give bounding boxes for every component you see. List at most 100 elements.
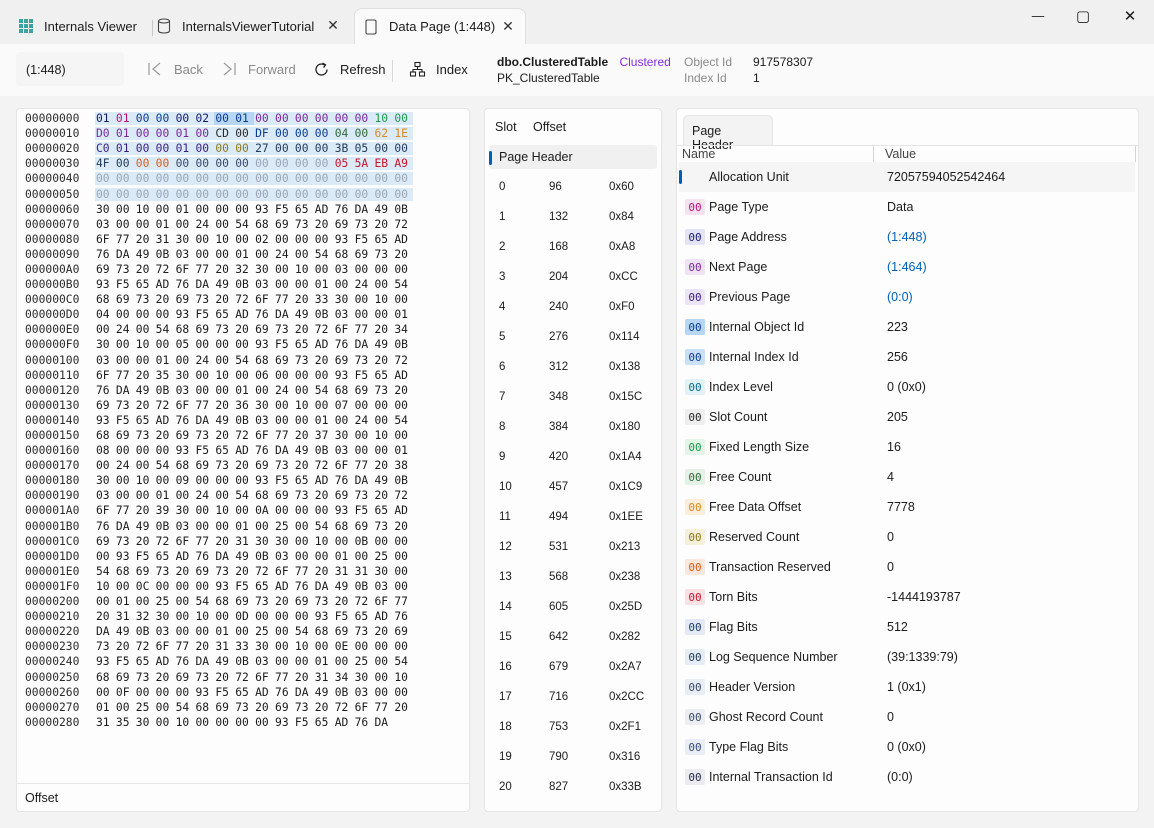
hex-byte[interactable]: 00: [155, 338, 175, 351]
hex-byte[interactable]: 20: [373, 354, 393, 367]
hex-byte[interactable]: AD: [314, 203, 334, 216]
hex-byte[interactable]: 77: [393, 595, 413, 608]
hex-byte[interactable]: 00: [274, 142, 294, 156]
hex-byte[interactable]: 34: [393, 323, 413, 336]
hex-byte[interactable]: AD: [155, 414, 175, 427]
hex-byte[interactable]: 0B: [354, 535, 374, 548]
hex-byte[interactable]: 20: [214, 293, 234, 306]
hex-byte[interactable]: 0B: [155, 520, 175, 533]
hex-byte[interactable]: 00: [194, 580, 214, 593]
page-header-row[interactable]: 00 Page Address (1:448): [679, 222, 1135, 252]
slot-item[interactable]: 16 679 0x2A7: [485, 652, 661, 682]
hex-byte[interactable]: 00: [274, 263, 294, 276]
hex-byte[interactable]: 00: [135, 323, 155, 336]
hex-byte[interactable]: 00: [194, 233, 214, 246]
slot-item[interactable]: 19 790 0x316: [485, 742, 661, 772]
hex-byte[interactable]: 54: [234, 218, 254, 231]
hex-byte[interactable]: 00: [214, 474, 234, 487]
hex-byte[interactable]: 69: [274, 218, 294, 231]
hex-byte[interactable]: 20: [194, 640, 214, 653]
hex-byte[interactable]: 20: [95, 610, 115, 623]
hex-byte[interactable]: 20: [294, 459, 314, 472]
hex-byte[interactable]: 00: [294, 655, 314, 668]
tab-data-page[interactable]: Data Page (1:448) ✕: [354, 8, 526, 44]
hex-byte[interactable]: 01: [314, 278, 334, 291]
hex-byte[interactable]: DA: [214, 550, 234, 563]
hex-byte[interactable]: 24: [115, 459, 135, 472]
page-header-row[interactable]: 00 Internal Index Id 256: [679, 342, 1135, 372]
hex-byte[interactable]: 03: [175, 384, 195, 397]
hex-byte[interactable]: 93: [314, 610, 334, 623]
page-address-input[interactable]: (1:448): [16, 52, 124, 86]
hex-byte[interactable]: 00: [274, 414, 294, 427]
page-header-row[interactable]: 00 Free Count 4: [679, 462, 1135, 492]
hex-byte[interactable]: 1E: [393, 127, 414, 141]
hex-byte[interactable]: 76: [254, 308, 274, 321]
hex-byte[interactable]: 0F: [115, 686, 135, 699]
hex-byte[interactable]: 76: [393, 610, 413, 623]
hex-byte[interactable]: 76: [95, 384, 115, 397]
hex-byte[interactable]: 00: [373, 686, 393, 699]
hex-byte[interactable]: 00: [115, 489, 135, 502]
hex-byte[interactable]: 00: [194, 157, 215, 171]
hex-byte[interactable]: 77: [194, 535, 214, 548]
hex-byte[interactable]: 69: [95, 263, 115, 276]
maximize-button[interactable]: ▢: [1073, 6, 1093, 26]
hex-byte[interactable]: DA: [194, 655, 214, 668]
page-header-row[interactable]: 00 Type Flag Bits 0 (0x0): [679, 732, 1135, 762]
hex-byte[interactable]: 30: [95, 203, 115, 216]
hex-byte[interactable]: 01: [115, 595, 135, 608]
page-header-row[interactable]: 00 Page Type Data: [679, 192, 1135, 222]
hex-byte[interactable]: 30: [254, 263, 274, 276]
hex-byte[interactable]: F5: [115, 655, 135, 668]
hex-byte[interactable]: 30: [373, 565, 393, 578]
hex-byte[interactable]: 00: [194, 338, 214, 351]
hex-byte[interactable]: 00: [134, 127, 155, 141]
hex-byte[interactable]: 00: [214, 112, 235, 126]
hex-byte[interactable]: 00: [194, 369, 214, 382]
hex-byte[interactable]: 54: [175, 701, 195, 714]
close-window-button[interactable]: ✕: [1120, 6, 1140, 26]
hex-byte[interactable]: 00: [194, 203, 214, 216]
hex-byte[interactable]: 72: [314, 459, 334, 472]
hex-byte[interactable]: 68: [214, 595, 234, 608]
hex-byte[interactable]: 65: [294, 203, 314, 216]
slot-item[interactable]: 15 642 0x282: [485, 622, 661, 652]
hex-byte[interactable]: 00: [354, 640, 374, 653]
hex-byte[interactable]: 00: [373, 535, 393, 548]
hex-byte[interactable]: 6F: [175, 399, 195, 412]
hex-byte[interactable]: CD: [214, 127, 235, 141]
hex-byte[interactable]: 25: [254, 625, 274, 638]
hex-byte[interactable]: 03: [274, 550, 294, 563]
hex-byte[interactable]: 6F: [155, 640, 175, 653]
hex-byte[interactable]: 00: [354, 399, 374, 412]
hex-byte[interactable]: 04: [95, 308, 115, 321]
hex-byte[interactable]: 10: [135, 474, 155, 487]
hex-byte[interactable]: 00: [194, 625, 214, 638]
hex-byte[interactable]: 00: [254, 157, 275, 171]
hex-byte[interactable]: AD: [234, 308, 254, 321]
hex-byte[interactable]: 00: [214, 520, 234, 533]
hex-byte[interactable]: 30: [334, 293, 354, 306]
hex-byte[interactable]: AD: [234, 444, 254, 457]
hex-byte[interactable]: 24: [274, 384, 294, 397]
hex-byte[interactable]: 00: [274, 172, 294, 186]
hex-byte[interactable]: 69: [334, 218, 354, 231]
hex-byte[interactable]: 0B: [155, 384, 175, 397]
hex-byte[interactable]: 77: [194, 263, 214, 276]
hex-byte[interactable]: 00: [373, 444, 393, 457]
hex-byte[interactable]: 76: [274, 686, 294, 699]
hex-byte[interactable]: 01: [234, 520, 254, 533]
hex-byte[interactable]: 01: [114, 127, 135, 141]
hex-byte[interactable]: 03: [254, 655, 274, 668]
hex-byte[interactable]: 00: [114, 157, 135, 171]
hex-byte[interactable]: 00: [174, 157, 195, 171]
hex-byte[interactable]: 69: [135, 565, 155, 578]
hex-byte[interactable]: 69: [175, 293, 195, 306]
hex-byte[interactable]: 30: [175, 233, 195, 246]
hex-byte[interactable]: 10: [373, 429, 393, 442]
hex-byte[interactable]: 69: [254, 323, 274, 336]
hex-byte[interactable]: 00: [214, 203, 234, 216]
page-header-row[interactable]: 00 Internal Transaction Id (0:0): [679, 762, 1135, 792]
hex-byte[interactable]: 54: [314, 384, 334, 397]
